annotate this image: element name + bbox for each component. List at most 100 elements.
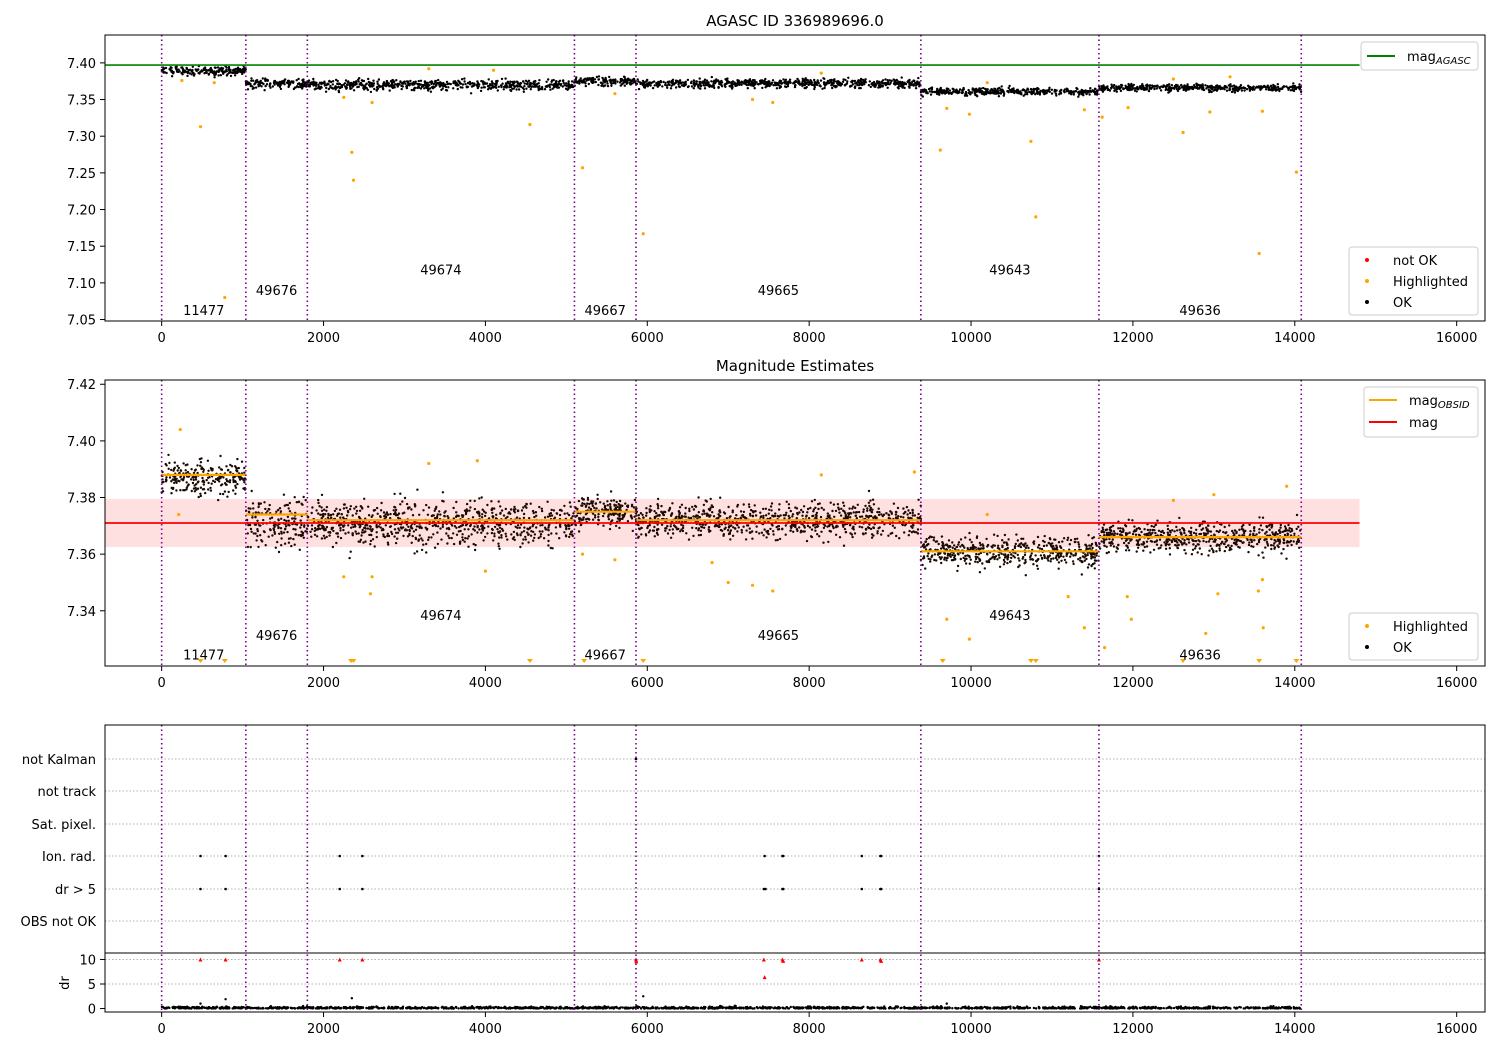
ok-point (408, 528, 411, 532)
ok-point (886, 86, 889, 90)
ok-point (1008, 84, 1011, 88)
ok-point (285, 519, 288, 523)
ok-point (996, 90, 1000, 94)
ok-point (510, 533, 513, 536)
ok-point (908, 81, 912, 84)
ok-point (648, 510, 651, 514)
ok-point (762, 507, 765, 511)
ok-point (688, 507, 691, 510)
ok-point (527, 528, 530, 531)
ok-point (901, 523, 904, 527)
ok-point (547, 539, 550, 543)
ok-point (452, 87, 455, 90)
ok-point (343, 524, 346, 527)
ok-point (1249, 86, 1252, 90)
ok-point (829, 501, 832, 504)
ok-point (850, 533, 854, 536)
ok-point (877, 507, 880, 510)
ok-point (210, 469, 213, 472)
obsid-label: 49665 (758, 284, 799, 299)
ok-point (637, 536, 640, 539)
ok-point (1030, 88, 1033, 91)
ok-point (697, 496, 700, 499)
ok-point (1020, 93, 1023, 96)
ok-point (339, 529, 342, 532)
ok-point (914, 84, 918, 87)
ok-point (747, 524, 750, 527)
ok-point (710, 504, 713, 507)
ok-point (336, 512, 340, 516)
ok-point (400, 84, 403, 88)
ok-point (977, 553, 980, 556)
ok-point (566, 512, 569, 515)
ok-point (434, 79, 438, 83)
ok-point (843, 510, 846, 513)
ok-point (807, 517, 811, 520)
ok-point (656, 533, 659, 536)
ok-point (1169, 89, 1172, 93)
ok-point (703, 526, 706, 529)
ok-point (516, 526, 519, 530)
ok-point (1030, 552, 1033, 555)
ok-point (827, 540, 830, 544)
ok-point (587, 82, 590, 86)
ok-point (662, 513, 665, 516)
ok-point (394, 508, 398, 512)
ok-point (385, 84, 388, 88)
ok-point (641, 79, 645, 83)
ok-point (436, 513, 439, 516)
ok-point (872, 526, 875, 529)
ok-point (542, 537, 546, 540)
ok-point (258, 80, 262, 84)
ok-point (770, 509, 773, 512)
ok-point (175, 489, 178, 492)
ok-point (1118, 87, 1121, 91)
ok-point (677, 83, 680, 86)
ok-point (838, 536, 842, 539)
ok-point (515, 84, 519, 87)
ok-point (167, 467, 170, 470)
ok-point (1080, 88, 1084, 92)
ok-point (994, 90, 997, 94)
ok-point (1039, 554, 1043, 557)
ok-point (529, 502, 532, 505)
ok-point (278, 507, 282, 510)
ok-point (344, 532, 347, 535)
ok-point (1007, 86, 1010, 90)
ok-point (365, 523, 368, 527)
ok-point (718, 525, 721, 528)
ok-point (661, 85, 664, 88)
ok-point (408, 533, 411, 537)
ok-point (632, 506, 636, 509)
ok-point (509, 85, 512, 88)
ok-point (311, 82, 314, 86)
ok-point (971, 87, 974, 90)
ok-point (324, 90, 328, 93)
ok-point (504, 82, 508, 85)
ok-point (382, 88, 385, 91)
ok-point (476, 531, 479, 534)
ok-point (522, 516, 526, 520)
ok-point (213, 66, 217, 69)
ok-point (265, 83, 269, 86)
ok-point (1264, 88, 1268, 91)
ok-point (1186, 83, 1189, 86)
ok-point (223, 490, 227, 493)
ok-point (645, 507, 648, 510)
ok-point (576, 81, 579, 84)
ok-point (877, 86, 880, 89)
ok-point (369, 85, 372, 88)
ok-point (486, 503, 489, 507)
ok-point (1292, 89, 1296, 93)
ok-point (227, 468, 230, 472)
ok-point (437, 78, 440, 82)
ok-point (522, 530, 526, 533)
ok-point (1140, 84, 1144, 88)
ok-point (602, 502, 605, 505)
ok-point (504, 507, 507, 511)
ok-point (651, 81, 654, 84)
ok-point (666, 524, 669, 528)
ok-point (1225, 89, 1229, 92)
ok-point (549, 512, 553, 515)
ok-point (911, 514, 914, 517)
